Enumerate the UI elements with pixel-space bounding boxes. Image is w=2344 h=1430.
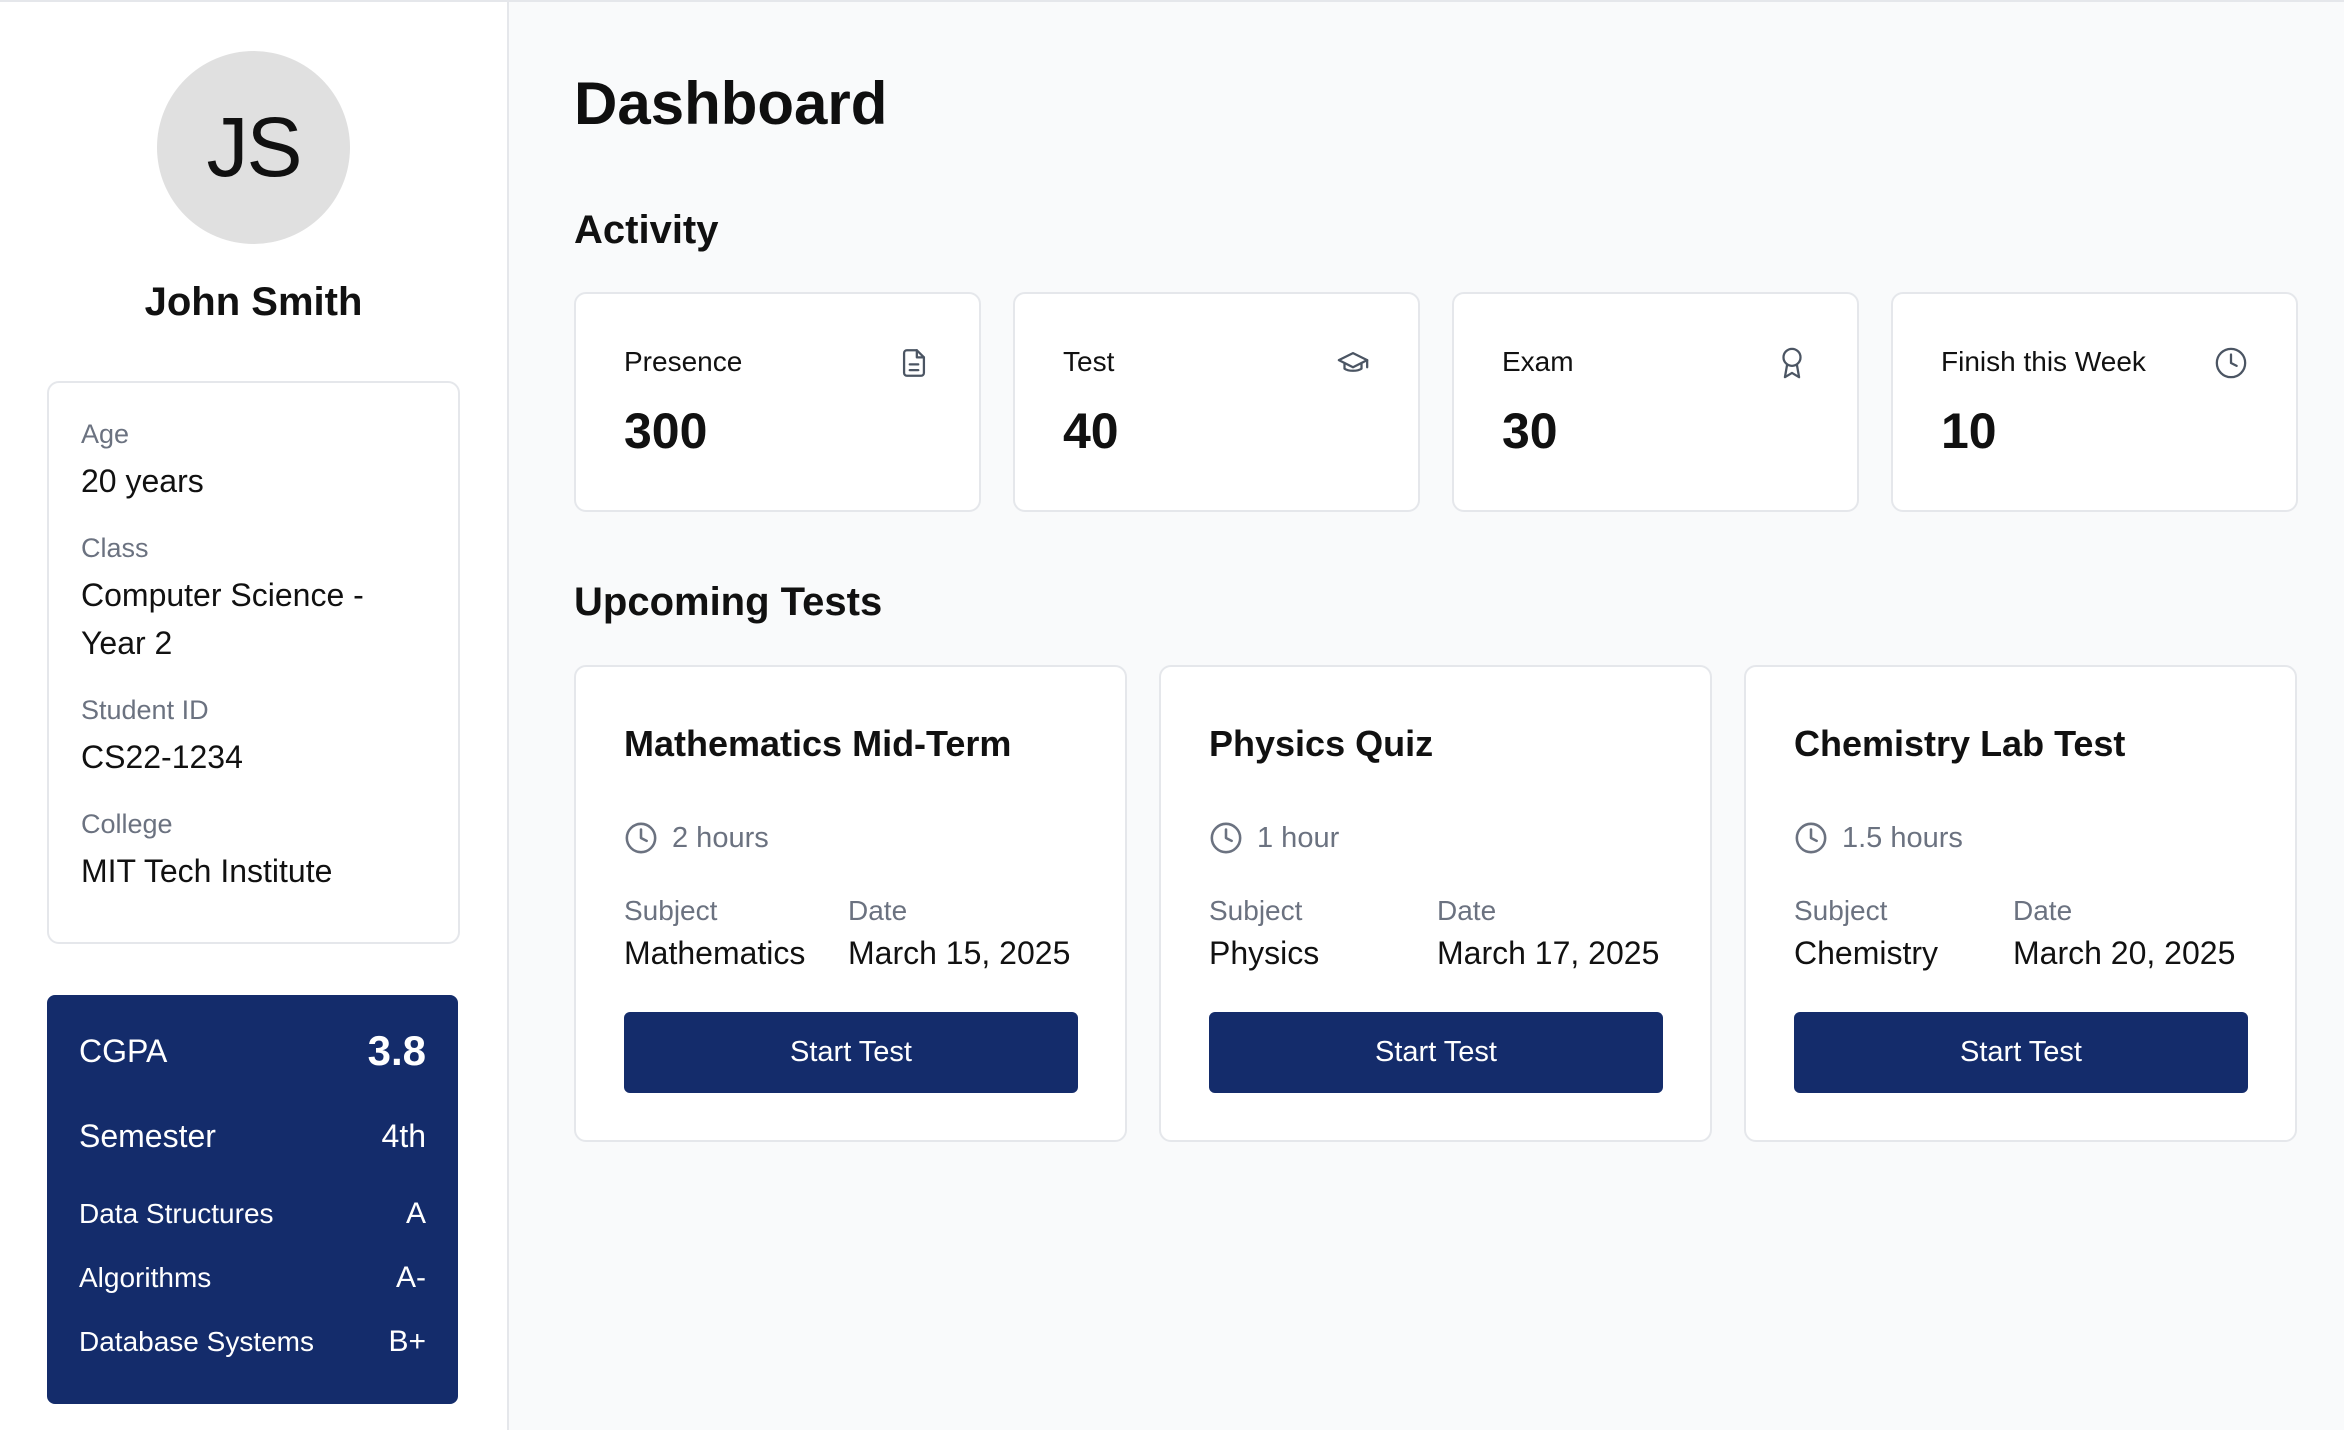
test-card-physics: Physics Quiz 1 hour Subject Physics Date… [1159,665,1712,1142]
info-student-id: Student ID CS22-1234 [81,693,428,781]
duration-text: 2 hours [672,821,769,854]
semester-value: 4th [381,1117,426,1154]
info-age: Age 20 years [81,417,428,505]
clock-icon [624,821,658,855]
info-value: CS22-1234 [81,739,243,775]
test-duration: 2 hours [624,821,769,855]
course-row: Data Structures A [79,1192,426,1236]
stat-value: 300 [624,403,708,459]
stat-value: 30 [1502,403,1558,459]
clock-icon [1794,821,1828,855]
duration-text: 1 hour [1257,821,1340,854]
test-title: Physics Quiz [1209,723,1434,764]
start-test-button[interactable]: Start Test [1209,1012,1663,1093]
award-icon [1775,346,1809,380]
stat-value: 40 [1063,403,1119,459]
subject-value: Chemistry [1794,935,1939,971]
course-grade: A- [396,1261,426,1294]
start-test-button[interactable]: Start Test [624,1012,1078,1093]
info-label: College [81,809,173,839]
cgpa-value: 3.8 [367,1027,426,1074]
stat-label: Exam [1502,346,1574,377]
info-label: Class [81,533,149,563]
date-value: March 20, 2025 [2013,935,2236,971]
info-value: 20 years [81,463,204,499]
stat-card-test: Test 40 [1013,292,1420,512]
subject-value: Physics [1209,935,1320,971]
stat-label: Test [1063,346,1115,377]
avatar: JS [157,51,350,244]
date-label: Date [2013,895,2073,926]
subject-label: Subject [1794,895,1888,926]
test-card-mathematics: Mathematics Mid-Term 2 hours Subject Mat… [574,665,1127,1142]
test-title: Chemistry Lab Test [1794,723,2126,764]
info-college: College MIT Tech Institute [81,807,428,895]
info-label: Age [81,419,130,449]
date-value: March 17, 2025 [1437,935,1660,971]
clock-icon [1209,821,1243,855]
course-name: Data Structures [79,1198,274,1229]
course-grade: B+ [388,1325,426,1358]
subject-label: Subject [1209,895,1303,926]
info-value: Computer Science - Year 2 [81,577,364,661]
stat-card-exam: Exam 30 [1452,292,1859,512]
semester-row: Semester 4th [79,1108,426,1164]
info-class: Class Computer Science - Year 2 [81,531,428,667]
semester-label: Semester [79,1117,216,1154]
course-name: Database Systems [79,1326,314,1357]
subject-label: Subject [624,895,718,926]
test-card-chemistry: Chemistry Lab Test 1.5 hours Subject Che… [1744,665,2297,1142]
test-duration: 1.5 hours [1794,821,1963,855]
course-row: Algorithms A- [79,1256,426,1300]
upcoming-tests-heading: Upcoming Tests [574,580,883,624]
date-label: Date [1437,895,1497,926]
info-label: Student ID [81,695,209,725]
stat-value: 10 [1941,403,1997,459]
stat-card-finish-this-week: Finish this Week 10 [1891,292,2298,512]
test-title: Mathematics Mid-Term [624,723,1012,764]
clock-icon [2214,346,2248,380]
student-info-card: Age 20 years Class Computer Science - Ye… [47,381,460,944]
test-duration: 1 hour [1209,821,1339,855]
duration-text: 1.5 hours [1842,821,1963,854]
date-label: Date [848,895,908,926]
course-grade: A [405,1197,426,1230]
cgpa-label: CGPA [79,1032,168,1069]
cgpa-row: CGPA 3.8 [79,1023,426,1079]
start-test-button[interactable]: Start Test [1794,1012,2248,1093]
subject-value: Mathematics [624,935,806,971]
info-value: MIT Tech Institute [81,853,333,889]
stat-label: Presence [624,346,743,377]
date-value: March 15, 2025 [848,935,1071,971]
profile-name: John Smith [144,280,363,324]
graduation-cap-icon [1336,346,1370,380]
grades-card: CGPA 3.8 Semester 4th Data Structures A … [47,995,458,1404]
app-root: JS John Smith Age 20 years Class Compute… [0,0,2344,1430]
document-icon [897,346,931,380]
main-content: Dashboard Activity Presence 300 Test 40 [511,2,2344,1430]
page-title: Dashboard [574,70,888,137]
course-name: Algorithms [79,1262,212,1293]
course-row: Database Systems B+ [79,1320,426,1364]
stat-card-presence: Presence 300 [574,292,981,512]
activity-heading: Activity [574,208,719,252]
profile-sidebar: JS John Smith Age 20 years Class Compute… [0,2,509,1430]
stat-label: Finish this Week [1941,346,2146,377]
